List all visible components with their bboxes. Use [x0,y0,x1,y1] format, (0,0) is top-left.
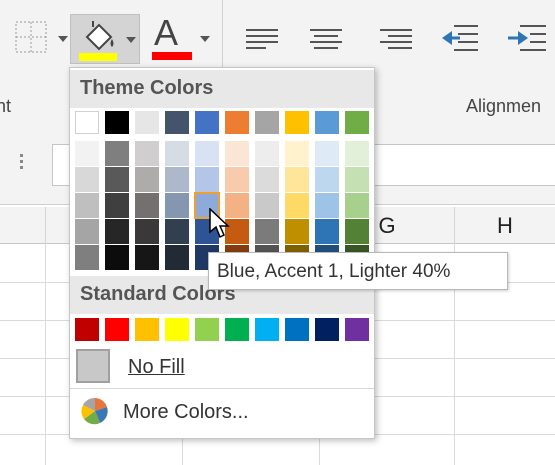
standard-color-swatch[interactable] [255,318,279,341]
theme-shade-swatch[interactable] [285,193,309,218]
theme-color-swatch[interactable] [285,111,309,134]
theme-shade-swatch[interactable] [285,167,309,192]
theme-shade-swatch[interactable] [135,167,159,192]
color-tooltip: Blue, Accent 1, Lighter 40% [208,252,508,290]
menu-separator [70,388,374,389]
standard-color-swatch[interactable] [225,318,249,341]
no-fill-swatch-icon [76,349,110,383]
theme-colors-header: Theme Colors [70,70,374,108]
theme-shade-swatch[interactable] [315,219,339,244]
chevron-down-icon[interactable] [126,37,136,43]
theme-color-swatch[interactable] [105,111,129,134]
theme-shade-swatch[interactable] [165,193,189,218]
font-color-a-icon: A [154,12,179,53]
fill-color-bar [79,53,117,61]
theme-shade-swatch[interactable] [165,141,189,166]
theme-color-swatch[interactable] [315,111,339,134]
standard-color-swatch[interactable] [285,318,309,341]
theme-shade-swatch[interactable] [255,141,279,166]
font-color-button[interactable]: A [148,12,212,64]
theme-shade-swatch[interactable] [75,245,99,270]
standard-color-swatch[interactable] [75,318,99,341]
increase-indent-icon[interactable] [506,24,550,52]
theme-shade-swatch[interactable] [105,245,129,270]
column-header-h[interactable]: H [455,207,555,244]
standard-color-swatch[interactable] [165,318,189,341]
theme-shade-swatch[interactable] [225,167,249,192]
chevron-down-icon[interactable] [200,36,210,42]
theme-shade-swatch[interactable] [255,219,279,244]
grid-line [45,243,46,465]
group-label-font: nt [0,96,12,116]
theme-shade-swatch[interactable] [255,193,279,218]
no-fill-item[interactable]: No Fill [70,347,374,387]
theme-shade-swatch[interactable] [345,193,369,218]
color-wheel-icon [81,397,108,425]
borders-button[interactable] [8,18,68,62]
theme-shade-swatch[interactable] [285,219,309,244]
theme-shade-swatch[interactable] [75,193,99,218]
theme-color-swatch[interactable] [345,111,369,134]
theme-shade-swatch[interactable] [315,141,339,166]
theme-shade-swatch[interactable] [75,219,99,244]
more-colors-label: More Colors... [123,401,249,423]
align-top-icon[interactable] [246,28,280,52]
theme-shade-swatch[interactable] [135,245,159,270]
theme-shade-swatch[interactable] [105,219,129,244]
theme-shade-swatch[interactable] [165,219,189,244]
paint-bucket-icon [85,21,114,51]
align-bottom-icon[interactable] [380,28,414,52]
standard-color-swatch[interactable] [315,318,339,341]
theme-color-swatch[interactable] [165,111,189,134]
standard-color-swatch[interactable] [105,318,129,341]
decrease-indent-icon[interactable] [440,24,480,52]
theme-shade-swatch[interactable] [195,141,219,166]
row-header-corner [0,207,46,244]
theme-color-swatch[interactable] [225,111,249,134]
theme-color-swatch[interactable] [135,111,159,134]
theme-shade-swatch[interactable] [105,167,129,192]
standard-color-swatch[interactable] [195,318,219,341]
theme-color-swatch[interactable] [255,111,279,134]
theme-shade-swatch[interactable] [105,193,129,218]
theme-shade-swatch[interactable] [75,167,99,192]
theme-shade-swatch[interactable] [345,219,369,244]
theme-shade-swatch[interactable] [75,141,99,166]
standard-color-swatch[interactable] [345,318,369,341]
theme-color-swatch[interactable] [75,111,99,134]
standard-color-swatch[interactable] [135,318,159,341]
theme-color-swatch[interactable] [195,111,219,134]
theme-shade-swatch[interactable] [315,193,339,218]
fill-color-button[interactable] [70,14,140,64]
borders-icon [15,21,47,53]
mouse-cursor-icon [209,208,230,239]
theme-colors-title: Theme Colors [80,77,214,99]
theme-shade-swatch[interactable] [195,167,219,192]
theme-shade-swatch[interactable] [345,167,369,192]
group-label-alignment: Alignmen [466,96,542,116]
theme-shade-swatch[interactable] [135,193,159,218]
theme-shade-swatch[interactable] [285,141,309,166]
theme-shade-swatch[interactable] [105,141,129,166]
theme-shade-swatch[interactable] [135,219,159,244]
chevron-down-icon[interactable] [58,36,68,42]
theme-shade-swatch[interactable] [165,245,189,270]
align-middle-icon[interactable] [310,28,344,52]
no-fill-label: No Fill [128,356,185,378]
more-colors-item[interactable]: More Colors... [70,392,374,432]
theme-shade-swatch[interactable] [165,167,189,192]
theme-shade-swatch[interactable] [255,167,279,192]
theme-shade-swatch[interactable] [135,141,159,166]
font-color-bar [152,52,192,60]
theme-shade-swatch[interactable] [225,141,249,166]
grip-dots-icon [20,154,24,169]
theme-shade-swatch[interactable] [345,141,369,166]
theme-shade-swatch[interactable] [315,167,339,192]
